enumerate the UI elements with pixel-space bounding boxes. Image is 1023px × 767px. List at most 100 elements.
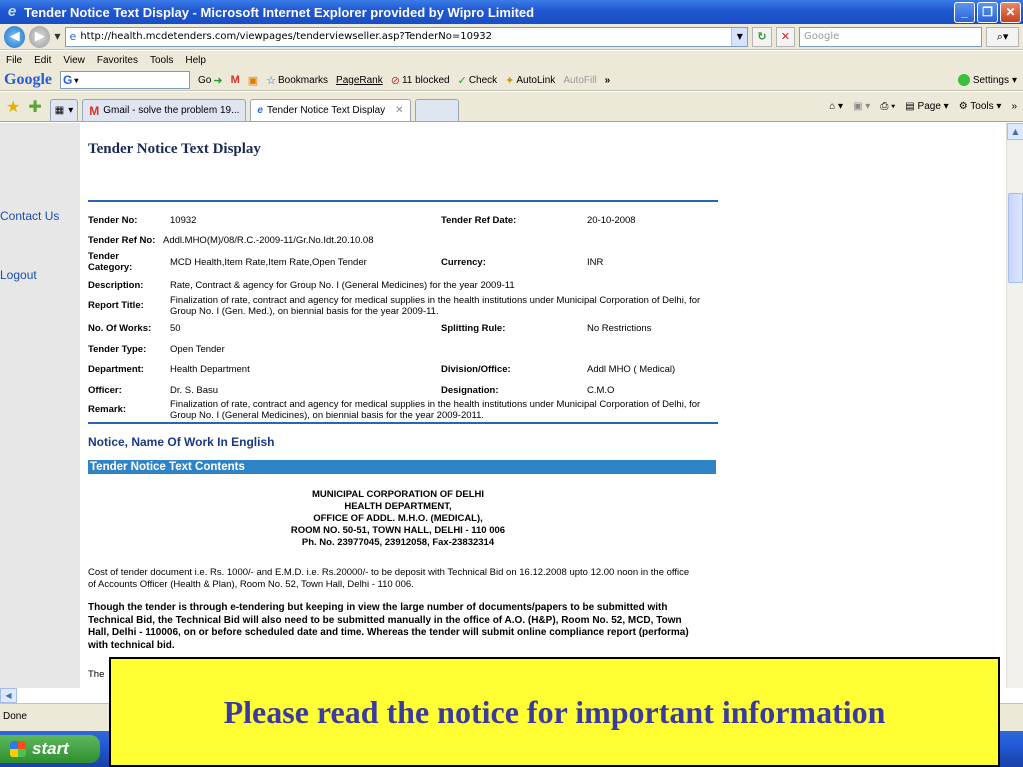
autolink-button[interactable]: ✦ AutoLink	[505, 74, 555, 87]
gmail-tab-icon: M	[89, 103, 100, 118]
vertical-scrollbar[interactable]: ▲	[1006, 123, 1023, 688]
start-label: start	[32, 739, 69, 758]
notice-banner: Please read the notice for important inf…	[109, 657, 1000, 767]
page-icon: e	[69, 30, 77, 43]
start-button[interactable]: start	[0, 735, 100, 763]
address-line: MUNICIPAL CORPORATION OF DELHI	[311, 489, 485, 500]
add-favorite-icon[interactable]: ✚	[28, 97, 41, 117]
refresh-button[interactable]: ↻	[752, 26, 772, 47]
scroll-left-icon[interactable]: ◀	[0, 688, 17, 703]
page-title: Tender Notice Text Display	[88, 141, 261, 157]
address-dropdown-icon[interactable]: ▼	[731, 27, 748, 46]
menu-file[interactable]: File	[6, 55, 22, 66]
home-icon[interactable]: ⌂ ▾	[829, 101, 843, 112]
currency-label: Currency:	[441, 257, 486, 268]
officer-label: Officer:	[88, 385, 122, 396]
minimize-button[interactable]: _	[954, 1, 975, 23]
maximize-button[interactable]: ❐	[977, 1, 998, 23]
menu-and-toolbar: File Edit View Favorites Tools Help Goog…	[0, 51, 1023, 91]
back-button[interactable]: ◀	[4, 25, 26, 48]
report-title-label: Report Title:	[88, 300, 144, 311]
tab-gmail[interactable]: M Gmail - solve the problem 19...	[82, 99, 247, 121]
page-menu-button[interactable]: ▤ Page ▾	[905, 101, 948, 112]
autofill-button[interactable]: AutoFill	[563, 75, 596, 86]
quick-tabs-button[interactable]: ▦ ▾	[49, 99, 79, 121]
ie-tab-icon: e	[257, 105, 263, 116]
autolink-label: AutoLink	[516, 74, 556, 86]
address-line: Ph. No. 23977045, 23912058, Fax-23832314	[301, 537, 495, 548]
spellcheck-button[interactable]: ✓ Check	[458, 74, 498, 87]
ref-date-label: Tender Ref Date:	[441, 215, 517, 226]
menu-view[interactable]: View	[63, 55, 85, 66]
autofill-label: AutoFill	[563, 74, 597, 86]
tender-no-value: 10932	[170, 215, 197, 226]
tab-tender-notice[interactable]: e Tender Notice Text Display ✕	[250, 99, 411, 121]
favorites-center-icon[interactable]: ★	[6, 97, 20, 117]
settings-button[interactable]: Settings ▾	[957, 74, 1017, 86]
tools-menu-button[interactable]: ⚙ Tools ▾	[959, 101, 1002, 112]
close-button[interactable]: ✕	[1000, 1, 1021, 23]
works-value: 50	[170, 323, 181, 334]
window-title: Tender Notice Text Display - Microsoft I…	[24, 4, 535, 20]
popup-blocker-button[interactable]: ⊘ 11 blocked	[391, 74, 450, 87]
star-icon: ☆	[266, 74, 277, 87]
tender-no-label: Tender No:	[88, 215, 138, 226]
command-more-button[interactable]: »	[1011, 101, 1017, 112]
address-line: ROOM NO. 50-51, TOWN HALL, DELHI - 110 0…	[290, 525, 506, 536]
contents-heading: Tender Notice Text Contents	[88, 460, 716, 474]
title-bar: e Tender Notice Text Display - Microsoft…	[0, 0, 1023, 24]
address-url: http://health.mcdetenders.com/viewpages/…	[80, 31, 493, 42]
bookmarks-button[interactable]: ☆ Bookmarks	[266, 74, 328, 87]
logout-link[interactable]: Logout	[0, 268, 60, 282]
search-input[interactable]: Google	[799, 26, 983, 47]
feeds-icon[interactable]: ▣ ▾	[853, 101, 870, 112]
section-heading: Notice, Name Of Work In English	[88, 435, 275, 449]
address-line: HEALTH DEPARTMENT,	[344, 501, 452, 512]
check-label: Check	[468, 74, 498, 86]
designation-value: C.M.O	[587, 385, 615, 396]
ie-logo-icon: e	[7, 3, 17, 20]
history-dropdown-icon[interactable]: ▼	[54, 32, 60, 41]
new-tab-button[interactable]	[414, 99, 459, 121]
news-icon[interactable]: ▣	[248, 74, 258, 87]
department-label: Department:	[88, 364, 144, 375]
magnifier-icon: ⌕	[996, 29, 1003, 43]
tab-close-icon[interactable]: ✕	[395, 105, 403, 116]
menu-bar: File Edit View Favorites Tools Help	[0, 51, 1023, 69]
menu-favorites[interactable]: Favorites	[97, 55, 138, 66]
print-icon[interactable]: ⎙ ▾	[880, 101, 895, 112]
designation-label: Designation:	[441, 385, 499, 396]
browser-window: e Tender Notice Text Display - Microsoft…	[0, 0, 1023, 767]
google-search-input[interactable]: G ▾	[60, 71, 190, 89]
description-value: Rate, Contract & agency for Group No. I …	[170, 280, 515, 291]
page-menu-label: Page	[917, 101, 941, 112]
settings-label: Settings	[972, 74, 1009, 86]
toolbar-more-button[interactable]: »	[605, 75, 611, 86]
search-button[interactable]: ⌕ ▾	[986, 26, 1019, 47]
contact-us-link[interactable]: Contact Us	[0, 209, 60, 223]
scroll-up-icon[interactable]: ▲	[1007, 123, 1023, 140]
cost-paragraph: Cost of tender document i.e. Rs. 1000/- …	[88, 567, 690, 590]
quick-tabs-icon: ▦	[54, 105, 65, 116]
forward-button[interactable]: ▶	[29, 25, 51, 48]
menu-tools[interactable]: Tools	[150, 55, 173, 66]
scroll-thumb[interactable]	[1008, 193, 1023, 283]
pagerank-button[interactable]: PageRank	[336, 75, 383, 86]
menu-edit[interactable]: Edit	[34, 55, 51, 66]
google-logo: Google	[4, 71, 52, 88]
department-value: Health Department	[170, 364, 250, 375]
category-value: MCD Health,Item Rate,Item Rate,Open Tend…	[170, 257, 367, 268]
category-label: Tender Category:	[88, 251, 133, 273]
stop-button[interactable]: ✕	[775, 26, 796, 47]
tab-bar: ★ ✚ ▦ ▾ M Gmail - solve the problem 19...…	[0, 92, 1023, 122]
ref-no-value: Addl.MHO(M)/08/R.C.-2009-11/Gr.No.Idt.20…	[163, 235, 374, 246]
google-go-button[interactable]: Go ➜	[198, 74, 223, 87]
currency-value: INR	[587, 257, 604, 268]
spellcheck-icon: ✓	[457, 74, 467, 87]
status-text: Done	[3, 711, 27, 722]
menu-help[interactable]: Help	[185, 55, 206, 66]
title-divider	[88, 200, 718, 202]
address-bar[interactable]: e http://health.mcdetenders.com/viewpage…	[64, 26, 749, 47]
description-label: Description:	[88, 280, 144, 291]
gmail-icon[interactable]: M	[231, 74, 240, 86]
